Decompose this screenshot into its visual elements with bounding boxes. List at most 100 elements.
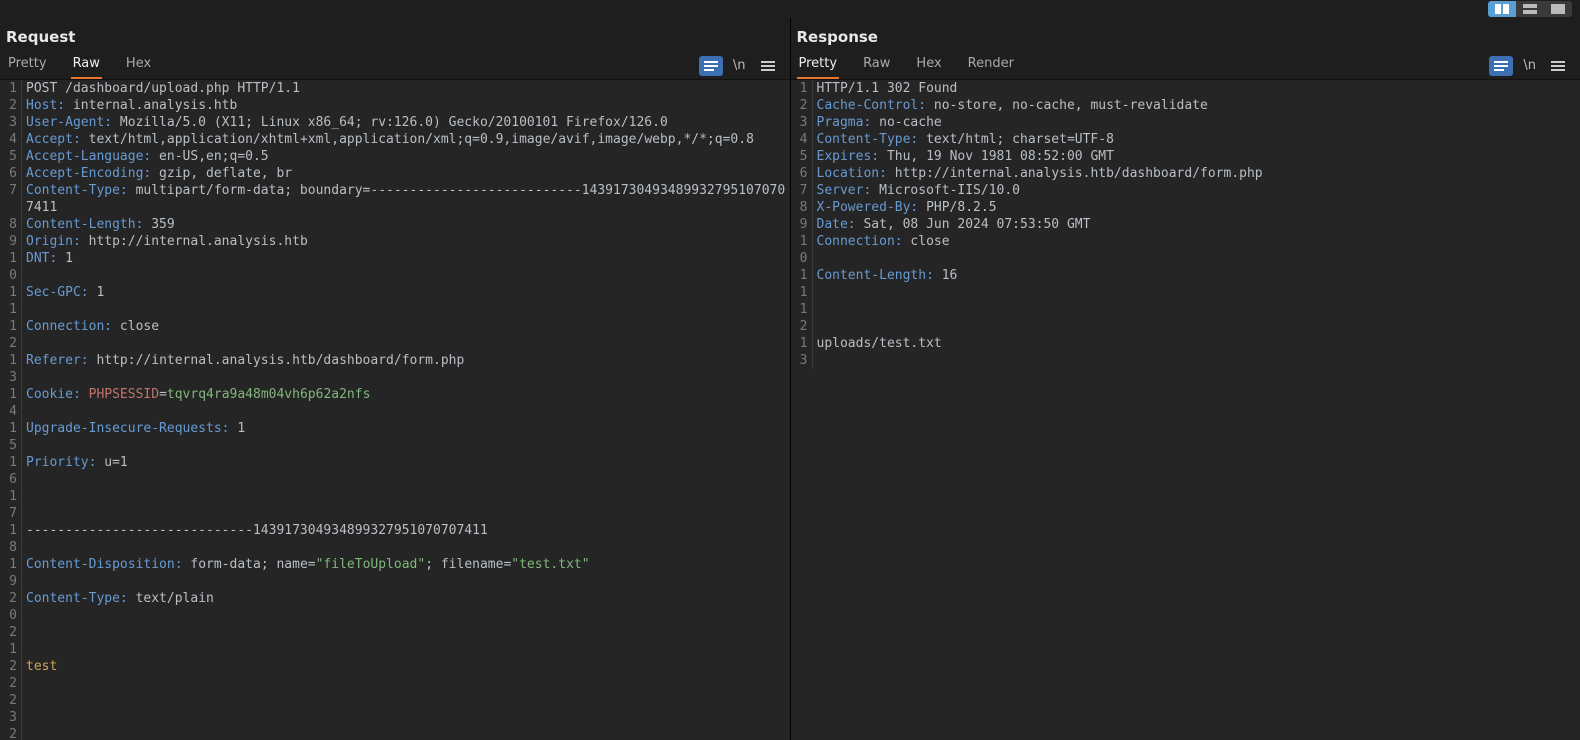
response-newline-toggle[interactable]: \n: [1523, 58, 1536, 73]
layout-single-button[interactable]: [1544, 1, 1572, 17]
code-line[interactable]: 13Referer: http://internal.analysis.htb/…: [4, 352, 786, 386]
code-line[interactable]: 16Priority: u=1: [4, 454, 786, 488]
code-line[interactable]: 4Content-Type: text/html; charset=UTF-8: [795, 131, 1577, 148]
line-content[interactable]: [813, 301, 1577, 335]
line-content[interactable]: Content-Type: multipart/form-data; bound…: [22, 182, 786, 216]
code-line[interactable]: 14Cookie: PHPSESSID=tqvrq4ra9a48m04vh6p6…: [4, 386, 786, 420]
code-line[interactable]: 6Accept-Encoding: gzip, deflate, br: [4, 165, 786, 182]
line-content[interactable]: X-Powered-By: PHP/8.2.5: [813, 199, 1577, 216]
code-line[interactable]: 13uploads/test.txt: [795, 335, 1577, 369]
line-content[interactable]: Content-Type: text/html; charset=UTF-8: [813, 131, 1577, 148]
code-line[interactable]: 2Host: internal.analysis.htb: [4, 97, 786, 114]
line-content[interactable]: DNT: 1: [22, 250, 786, 284]
code-line[interactable]: 8X-Powered-By: PHP/8.2.5: [795, 199, 1577, 216]
layout-side-by-side-button[interactable]: [1488, 1, 1516, 17]
code-line[interactable]: 7Server: Microsoft-IIS/10.0: [795, 182, 1577, 199]
code-line[interactable]: 17: [4, 488, 786, 522]
code-line[interactable]: 19Content-Disposition: form-data; name="…: [4, 556, 786, 590]
response-tab-hex[interactable]: Hex: [914, 52, 943, 79]
line-content[interactable]: [22, 488, 786, 522]
line-content[interactable]: POST /dashboard/upload.php HTTP/1.1: [22, 80, 786, 97]
line-content[interactable]: Content-Length: 16: [813, 267, 1577, 301]
code-line[interactable]: 8Content-Length: 359: [4, 216, 786, 233]
code-line[interactable]: 15Upgrade-Insecure-Requests: 1: [4, 420, 786, 454]
line-content[interactable]: Priority: u=1: [22, 454, 786, 488]
line-content[interactable]: Cookie: PHPSESSID=tqvrq4ra9a48m04vh6p62a…: [22, 386, 786, 420]
code-line[interactable]: 22test: [4, 658, 786, 692]
code-line[interactable]: 24: [4, 726, 786, 740]
response-actions-button[interactable]: [1489, 56, 1513, 76]
line-content[interactable]: uploads/test.txt: [813, 335, 1577, 369]
line-content[interactable]: HTTP/1.1 302 Found: [813, 80, 1577, 97]
code-line[interactable]: 9Date: Sat, 08 Jun 2024 07:53:50 GMT: [795, 216, 1577, 233]
request-code[interactable]: 1POST /dashboard/upload.php HTTP/1.12Hos…: [0, 80, 790, 740]
code-line[interactable]: 1POST /dashboard/upload.php HTTP/1.1: [4, 80, 786, 97]
line-content[interactable]: Expires: Thu, 19 Nov 1981 08:52:00 GMT: [813, 148, 1577, 165]
line-content[interactable]: Host: internal.analysis.htb: [22, 97, 786, 114]
rows-icon: [1523, 4, 1537, 14]
request-editor[interactable]: 1POST /dashboard/upload.php HTTP/1.12Hos…: [0, 79, 790, 740]
line-content[interactable]: Origin: http://internal.analysis.htb: [22, 233, 786, 250]
line-content[interactable]: Sec-GPC: 1: [22, 284, 786, 318]
code-line[interactable]: 11Sec-GPC: 1: [4, 284, 786, 318]
response-tab-render[interactable]: Render: [966, 52, 1016, 79]
line-number: 13: [795, 335, 813, 369]
line-number: 5: [795, 148, 813, 165]
line-content[interactable]: Upgrade-Insecure-Requests: 1: [22, 420, 786, 454]
request-tab-pretty[interactable]: Pretty: [6, 52, 49, 79]
code-line[interactable]: 4Accept: text/html,application/xhtml+xml…: [4, 131, 786, 148]
code-line[interactable]: 6Location: http://internal.analysis.htb/…: [795, 165, 1577, 182]
line-content[interactable]: Cache-Control: no-store, no-cache, must-…: [813, 97, 1577, 114]
line-content[interactable]: User-Agent: Mozilla/5.0 (X11; Linux x86_…: [22, 114, 786, 131]
line-content[interactable]: [22, 624, 786, 658]
code-line[interactable]: 18-----------------------------143917304…: [4, 522, 786, 556]
line-content[interactable]: Date: Sat, 08 Jun 2024 07:53:50 GMT: [813, 216, 1577, 233]
code-line[interactable]: 12: [795, 301, 1577, 335]
code-line[interactable]: 9Origin: http://internal.analysis.htb: [4, 233, 786, 250]
line-number: 16: [4, 454, 22, 488]
line-number: 13: [4, 352, 22, 386]
response-editor[interactable]: 1HTTP/1.1 302 Found2Cache-Control: no-st…: [791, 79, 1580, 740]
line-content[interactable]: Content-Length: 359: [22, 216, 786, 233]
line-content[interactable]: Content-Disposition: form-data; name="fi…: [22, 556, 786, 590]
line-content[interactable]: [22, 692, 786, 726]
code-line[interactable]: 10DNT: 1: [4, 250, 786, 284]
response-menu-button[interactable]: [1546, 56, 1570, 76]
code-line[interactable]: 11Content-Length: 16: [795, 267, 1577, 301]
line-content[interactable]: Accept-Encoding: gzip, deflate, br: [22, 165, 786, 182]
line-content[interactable]: Content-Type: text/plain: [22, 590, 786, 624]
code-line[interactable]: 5Accept-Language: en-US,en;q=0.5: [4, 148, 786, 165]
response-code[interactable]: 1HTTP/1.1 302 Found2Cache-Control: no-st…: [791, 80, 1580, 740]
code-line[interactable]: 5Expires: Thu, 19 Nov 1981 08:52:00 GMT: [795, 148, 1577, 165]
layout-stacked-button[interactable]: [1516, 1, 1544, 17]
response-tab-raw[interactable]: Raw: [861, 52, 892, 79]
line-content[interactable]: Pragma: no-cache: [813, 114, 1577, 131]
line-content[interactable]: Accept-Language: en-US,en;q=0.5: [22, 148, 786, 165]
code-line[interactable]: 7Content-Type: multipart/form-data; boun…: [4, 182, 786, 216]
request-tab-raw[interactable]: Raw: [71, 52, 102, 79]
code-line[interactable]: 1HTTP/1.1 302 Found: [795, 80, 1577, 97]
request-newline-toggle[interactable]: \n: [733, 58, 746, 73]
line-number: 23: [4, 692, 22, 726]
line-content[interactable]: Referer: http://internal.analysis.htb/da…: [22, 352, 786, 386]
response-tab-pretty[interactable]: Pretty: [797, 52, 840, 79]
code-line[interactable]: 3User-Agent: Mozilla/5.0 (X11; Linux x86…: [4, 114, 786, 131]
code-line[interactable]: 2Cache-Control: no-store, no-cache, must…: [795, 97, 1577, 114]
request-actions-button[interactable]: [699, 56, 723, 76]
line-content[interactable]: Accept: text/html,application/xhtml+xml,…: [22, 131, 786, 148]
code-line[interactable]: 10Connection: close: [795, 233, 1577, 267]
line-content[interactable]: Connection: close: [813, 233, 1577, 267]
code-line[interactable]: 21: [4, 624, 786, 658]
request-tab-hex[interactable]: Hex: [124, 52, 153, 79]
request-menu-button[interactable]: [756, 56, 780, 76]
line-content[interactable]: [22, 726, 786, 740]
line-content[interactable]: Connection: close: [22, 318, 786, 352]
line-content[interactable]: Location: http://internal.analysis.htb/d…: [813, 165, 1577, 182]
code-line[interactable]: 20Content-Type: text/plain: [4, 590, 786, 624]
line-content[interactable]: -----------------------------14391730493…: [22, 522, 786, 556]
code-line[interactable]: 23: [4, 692, 786, 726]
line-content[interactable]: test: [22, 658, 786, 692]
line-content[interactable]: Server: Microsoft-IIS/10.0: [813, 182, 1577, 199]
code-line[interactable]: 3Pragma: no-cache: [795, 114, 1577, 131]
code-line[interactable]: 12Connection: close: [4, 318, 786, 352]
